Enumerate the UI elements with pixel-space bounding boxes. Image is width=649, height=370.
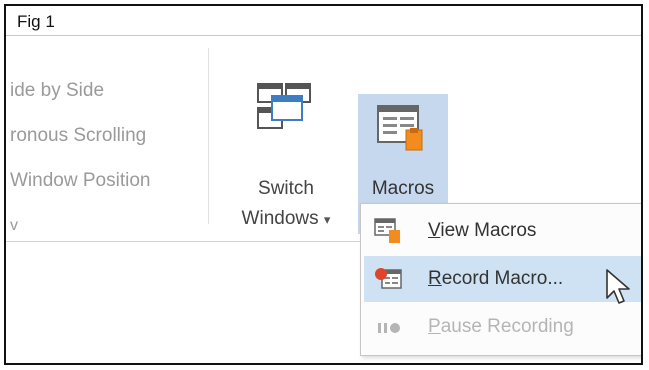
dropdown-arrow-icon: ▾ [323, 212, 331, 227]
menu-item-record-macro[interactable]: Record Macro... [364, 256, 641, 304]
pause-recording-label: Pause Recording [428, 316, 574, 337]
reset-window-position-button[interactable]: Window Position [10, 170, 150, 192]
menu-item-view-macros[interactable]: View Macros [364, 208, 641, 254]
macros-menu: View Macros Record Macro... Pause Record… [360, 203, 641, 356]
macros-icon [377, 105, 423, 151]
group-separator [208, 48, 209, 224]
switch-windows-icon [257, 83, 311, 129]
switch-windows-label-line2: Windows ▾ [241, 208, 331, 229]
view-macros-label: View Macros [428, 220, 537, 241]
switch-windows-button[interactable]: Switch Windows ▾ [220, 74, 352, 244]
menu-item-pause-recording[interactable]: Pause Recording [364, 304, 641, 350]
synchronous-scrolling-button[interactable]: ronous Scrolling [10, 125, 146, 147]
record-macro-label: Record Macro... [428, 268, 564, 289]
pause-recording-icon [378, 323, 400, 333]
mouse-cursor-icon [606, 269, 630, 304]
window-group-label: v [10, 217, 18, 234]
view-side-by-side-button[interactable]: ide by Side [10, 80, 104, 102]
switch-windows-label-line1: Switch [258, 178, 314, 199]
record-macro-icon [375, 268, 402, 289]
macros-label: Macros [371, 178, 435, 199]
view-macros-icon [374, 218, 400, 243]
figure-label: Fig 1 [6, 6, 641, 36]
figure-frame: Fig 1 ide by Side ronous Scrolling Windo… [4, 4, 643, 365]
